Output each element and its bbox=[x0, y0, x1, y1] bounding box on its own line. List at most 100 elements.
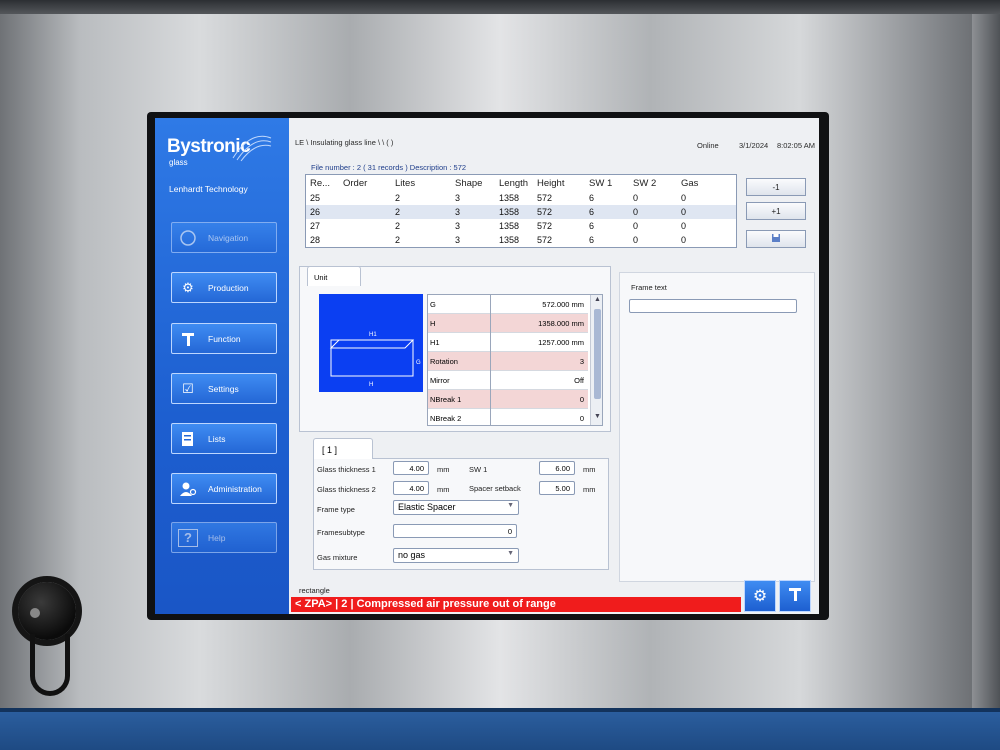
tab-layer-1[interactable]: [ 1 ] bbox=[313, 438, 373, 459]
connector-body bbox=[18, 582, 76, 640]
frame-text-panel bbox=[619, 272, 815, 582]
param-name: Mirror bbox=[430, 376, 450, 385]
nav-settings-label: Settings bbox=[208, 383, 239, 394]
table-cell: 2 bbox=[391, 205, 451, 219]
table-cell: 0 bbox=[681, 235, 687, 245]
compass-icon bbox=[178, 229, 198, 247]
param-name: Rotation bbox=[430, 357, 458, 366]
glass-thickness-1-field[interactable]: 4.00 bbox=[393, 461, 429, 475]
next-record-button[interactable]: +1 bbox=[746, 202, 806, 220]
column-header[interactable]: Re... bbox=[306, 175, 339, 191]
column-header[interactable]: Lites bbox=[391, 175, 451, 191]
table-row[interactable]: 27 2 3 1358 572 6 0 0 bbox=[306, 219, 736, 233]
save-icon bbox=[771, 233, 781, 245]
param-name: NBreak 1 bbox=[430, 395, 462, 404]
sw1-label: SW 1 bbox=[469, 465, 488, 474]
prev-record-button[interactable]: -1 bbox=[746, 178, 806, 196]
frame-subtype-field[interactable]: 0 bbox=[393, 524, 517, 538]
param-row-nbreak-1[interactable]: NBreak 1 0 bbox=[428, 390, 588, 409]
table-cell: 572 bbox=[537, 235, 553, 245]
column-header[interactable]: Length bbox=[495, 175, 533, 191]
gas-mixture-select[interactable]: no gas ▼ bbox=[393, 548, 519, 563]
scroll-up-icon[interactable]: ▲ bbox=[593, 296, 602, 303]
nav-administration-button[interactable]: Administration bbox=[171, 473, 277, 504]
company-name: Lenhardt Technology bbox=[169, 184, 248, 194]
table-cell: 0 bbox=[633, 235, 639, 245]
gear-icon: ⚙ bbox=[752, 588, 768, 605]
table-cell: 572 bbox=[533, 205, 585, 219]
frame-type-label: Frame type bbox=[317, 505, 355, 514]
table-cell: 572 bbox=[537, 193, 553, 203]
column-header[interactable]: Shape bbox=[451, 175, 495, 191]
gas-mixture-label: Gas mixture bbox=[317, 553, 358, 562]
nav-administration-label: Administration bbox=[208, 483, 262, 494]
glass-thickness-1-unit: mm bbox=[437, 465, 450, 474]
alarm-bar[interactable]: < ZPA> | 2 | Compressed air pressure out… bbox=[291, 597, 741, 612]
glass-thickness-2-unit: mm bbox=[437, 485, 450, 494]
param-name: G bbox=[430, 300, 436, 309]
scroll-thumb[interactable] bbox=[594, 309, 601, 399]
save-record-button[interactable] bbox=[746, 230, 806, 248]
param-scrollbar[interactable]: ▲ ▼ bbox=[590, 295, 602, 425]
table-cell: 26 bbox=[306, 205, 339, 219]
table-cell bbox=[339, 191, 391, 205]
param-row-g[interactable]: G 572.000 mm bbox=[428, 295, 588, 314]
breadcrumb: LE \ Insulating glass line \ \ ( ) bbox=[295, 138, 394, 147]
current-time: 8:02:05 AM bbox=[777, 141, 815, 150]
table-row-selected[interactable]: 26 2 3 1358 572 6 0 0 bbox=[306, 205, 736, 219]
unit-parameter-table[interactable]: G 572.000 mm H 1358.000 mm H1 1257.000 m… bbox=[427, 294, 603, 426]
sidebar: Bystronic glass Lenhardt Technology Navi… bbox=[155, 118, 289, 614]
sw1-field[interactable]: 6.00 bbox=[539, 461, 575, 475]
table-cell: 1358 bbox=[499, 221, 520, 231]
spacer-setback-label: Spacer setback bbox=[469, 484, 521, 493]
table-cell: 0 bbox=[629, 205, 677, 219]
shape-preview: H1 G H bbox=[319, 294, 423, 392]
nav-production-label: Production bbox=[208, 282, 249, 293]
column-header[interactable]: Gas bbox=[677, 175, 736, 191]
param-value: 1358.000 mm bbox=[538, 319, 584, 328]
brand-mark-icon bbox=[232, 135, 272, 162]
function-shortcut-button[interactable] bbox=[779, 580, 811, 612]
param-row-mirror[interactable]: Mirror Off bbox=[428, 371, 588, 390]
column-header[interactable]: Height bbox=[533, 175, 585, 191]
column-header[interactable]: SW 1 bbox=[585, 175, 629, 191]
shape-preview-drawing: H1 G H bbox=[329, 332, 421, 388]
table-cell: 25 bbox=[310, 193, 321, 203]
tab-unit[interactable]: Unit bbox=[307, 266, 361, 286]
nav-production-button[interactable]: ⚙ Production bbox=[171, 272, 277, 303]
table-cell: 3 bbox=[455, 235, 461, 245]
nav-function-button[interactable]: Function bbox=[171, 323, 277, 354]
column-header[interactable]: SW 2 bbox=[629, 175, 677, 191]
frame-type-select[interactable]: Elastic Spacer ▼ bbox=[393, 500, 519, 515]
connector-pin bbox=[30, 608, 40, 618]
frame-text-input[interactable] bbox=[629, 299, 797, 313]
column-header[interactable]: Order bbox=[339, 175, 391, 191]
connector-strap bbox=[30, 634, 70, 696]
table-cell: 6 bbox=[589, 235, 595, 245]
production-shortcut-button[interactable]: ⚙ bbox=[744, 580, 776, 612]
param-row-nbreak-2[interactable]: NBreak 2 0 bbox=[428, 409, 588, 425]
nav-help-label: Help bbox=[208, 532, 226, 543]
glass-thickness-2-field[interactable]: 4.00 bbox=[393, 481, 429, 495]
spacer-setback-field[interactable]: 5.00 bbox=[539, 481, 575, 495]
nav-settings-button[interactable]: ☑ Settings bbox=[171, 373, 277, 404]
table-cell: 1358 bbox=[495, 205, 533, 219]
param-row-h[interactable]: H 1358.000 mm bbox=[428, 314, 588, 333]
scroll-down-icon[interactable]: ▼ bbox=[593, 413, 602, 420]
table-row[interactable]: 25 2 3 1358 572 6 0 0 bbox=[306, 191, 736, 205]
records-table[interactable]: Re... Order Lites Shape Length Height SW… bbox=[305, 174, 737, 248]
nav-help-button[interactable]: ? Help bbox=[171, 522, 277, 553]
param-row-rotation[interactable]: Rotation 3 bbox=[428, 352, 588, 371]
connection-status: Online bbox=[697, 141, 719, 150]
param-name: H1 bbox=[430, 338, 440, 347]
machine-top-rail bbox=[0, 0, 1000, 14]
preview-g-label: G bbox=[416, 360, 421, 366]
param-row-h1[interactable]: H1 1257.000 mm bbox=[428, 333, 588, 352]
nav-navigation-button[interactable]: Navigation bbox=[171, 222, 277, 253]
table-cell: 572 bbox=[537, 221, 553, 231]
list-icon bbox=[178, 430, 198, 448]
table-cell: 0 bbox=[681, 221, 687, 231]
table-row[interactable]: 28 2 3 1358 572 6 0 0 bbox=[306, 233, 736, 247]
nav-lists-button[interactable]: Lists bbox=[171, 423, 277, 454]
nav-navigation-label: Navigation bbox=[208, 232, 249, 243]
